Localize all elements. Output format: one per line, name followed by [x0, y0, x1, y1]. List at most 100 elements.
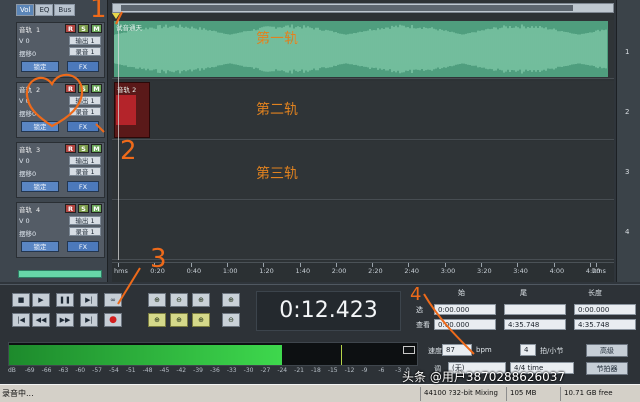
input-button[interactable]: 录音 1 — [69, 167, 101, 176]
panel-tabs: Vol EQ Bus — [16, 4, 76, 16]
tab-vol[interactable]: Vol — [16, 4, 35, 16]
lock-button[interactable]: 锁定 — [21, 61, 59, 72]
beats-input[interactable]: 4 — [520, 344, 536, 356]
go-to-start-button[interactable]: |◀ — [12, 313, 30, 327]
metronome-button[interactable]: 节拍器 — [586, 362, 628, 375]
track-lane-3[interactable]: 第三轨 — [112, 141, 614, 200]
track-lane-4[interactable] — [112, 201, 614, 260]
clip-name: 试音通天 — [116, 24, 142, 32]
rewind-button[interactable]: ◀◀ — [32, 313, 50, 327]
output-button[interactable]: 输出 1 — [69, 36, 101, 45]
output-button[interactable]: 输出 1 — [69, 96, 101, 105]
db-label: -6 — [378, 367, 385, 374]
selection-length-field[interactable]: 0:00.000 — [574, 304, 636, 315]
pan-value[interactable]: 摆移0 — [19, 228, 36, 238]
track-lane-2[interactable]: 音轨 2 第二轨 — [112, 81, 614, 140]
tab-eq[interactable]: EQ — [35, 4, 54, 16]
tab-bus[interactable]: Bus — [54, 4, 76, 16]
beats-label: 拍/小节 — [540, 347, 564, 355]
tempo-input[interactable]: 87 — [442, 344, 472, 356]
time-ruler[interactable]: hms 0:20 0:40 1:00 1:20 1:40 2:00 2:20 2:40 3:00 3… — [112, 262, 614, 282]
volume-value[interactable]: V 0 — [19, 217, 30, 225]
ruler-label: 2:00 — [331, 267, 347, 275]
mute-button[interactable]: M — [91, 204, 102, 213]
lock-button[interactable]: 锁定 — [21, 181, 59, 192]
record-button[interactable]: ● — [104, 313, 122, 327]
volume-value[interactable]: V 0 — [19, 97, 30, 105]
fx-button[interactable]: FX — [67, 241, 99, 252]
pause-button[interactable]: ❚❚ — [56, 293, 74, 307]
db-label: -24 — [277, 367, 288, 374]
db-label: -42 — [176, 367, 187, 374]
solo-button[interactable]: S — [78, 144, 89, 153]
selection-start-field[interactable]: 0:00.000 — [434, 304, 496, 315]
selection-row-label: 选 — [416, 306, 423, 314]
go-to-end-button[interactable]: ▶| — [80, 313, 98, 327]
stop-button[interactable]: ■ — [12, 293, 30, 307]
fx-button[interactable]: FX — [67, 61, 99, 72]
lock-button[interactable]: 锁定 — [21, 121, 59, 132]
ruler-label: 0:20 — [150, 267, 165, 275]
volume-value[interactable]: V 0 — [19, 37, 30, 45]
pan-value[interactable]: 摆移0 — [19, 48, 36, 58]
ruler-label: 1:00 — [222, 267, 238, 275]
ruler-label: 4:00 — [549, 267, 565, 275]
recording-clip[interactable]: 音轨 2 — [114, 82, 150, 138]
track-lane-1[interactable]: 试音通天 第一轨 — [112, 20, 614, 79]
input-button[interactable]: 录音 1 — [69, 227, 101, 236]
mute-button[interactable]: M — [91, 84, 102, 93]
zoom-full-button[interactable]: ⊕ — [192, 293, 210, 307]
record-arm-button[interactable]: R — [65, 24, 76, 33]
ruler-label: 3:00 — [440, 267, 456, 275]
pan-value[interactable]: 摆移0 — [19, 108, 36, 118]
advanced-button[interactable]: 高级 — [586, 344, 628, 357]
fx-button[interactable]: FX — [67, 121, 99, 132]
playhead[interactable] — [118, 18, 119, 260]
view-end-field[interactable]: 4:35.748 — [504, 319, 566, 330]
zoom-right-button[interactable]: ⊕ — [192, 313, 210, 327]
fast-forward-button[interactable]: ▶▶ — [56, 313, 74, 327]
solo-button[interactable]: S — [78, 204, 89, 213]
volume-value[interactable]: V 0 — [19, 157, 30, 165]
view-start-field[interactable]: 0:00.000 — [434, 319, 496, 330]
loop-button[interactable]: ∞ — [104, 293, 122, 307]
scrollbar-thumb[interactable] — [121, 5, 573, 11]
record-arm-button[interactable]: R — [65, 204, 76, 213]
ruler-label: 3:40 — [513, 267, 528, 275]
record-arm-button[interactable]: R — [65, 144, 76, 153]
ruler-label: hms — [592, 267, 606, 275]
play-to-end-button[interactable]: ▶| — [80, 293, 98, 307]
zoom-in-vertical-button[interactable]: ⊕ — [222, 293, 240, 307]
mute-button[interactable]: M — [91, 144, 102, 153]
meter-fill-right — [9, 355, 282, 365]
time-display: 0:12.423 — [256, 291, 401, 331]
solo-button[interactable]: S — [78, 24, 89, 33]
horizontal-scrollbar[interactable] — [112, 3, 614, 13]
zoom-out-horizontal-button[interactable]: ⊖ — [170, 293, 188, 307]
pan-value[interactable]: 摆移0 — [19, 168, 36, 178]
output-button[interactable]: 输出 1 — [69, 216, 101, 225]
input-button[interactable]: 录音 1 — [69, 47, 101, 56]
clip-indicator[interactable] — [403, 346, 415, 354]
fx-button[interactable]: FX — [67, 181, 99, 192]
zoom-selection-button[interactable]: ⊕ — [148, 313, 166, 327]
mute-button[interactable]: M — [91, 24, 102, 33]
selection-end-field[interactable] — [504, 304, 566, 315]
output-button[interactable]: 输出 1 — [69, 156, 101, 165]
lock-button[interactable]: 锁定 — [21, 241, 59, 252]
solo-button[interactable]: S — [78, 84, 89, 93]
zoom-in-horizontal-button[interactable]: ⊕ — [148, 293, 166, 307]
play-button[interactable]: ▶ — [32, 293, 50, 307]
db-label: -39 — [193, 367, 203, 374]
audio-clip-1[interactable]: 试音通天 — [114, 21, 608, 77]
ruler-label: 2:20 — [368, 267, 383, 275]
view-length-field[interactable]: 4:35.748 — [574, 319, 636, 330]
input-button[interactable]: 录音 1 — [69, 107, 101, 116]
record-arm-button[interactable]: R — [65, 84, 76, 93]
multitrack-view[interactable]: 试音通天 第一轨 音轨 2 第二轨 第三轨 hms 0:20 0:40 1:00 1:2… — [112, 0, 614, 282]
status-size: 105 MB — [506, 387, 558, 401]
db-label: -27 — [260, 367, 271, 374]
vertical-track-scrollbar[interactable]: 1 2 3 4 — [616, 0, 640, 282]
zoom-left-button[interactable]: ⊕ — [170, 313, 188, 327]
zoom-out-vertical-button[interactable]: ⊖ — [222, 313, 240, 327]
